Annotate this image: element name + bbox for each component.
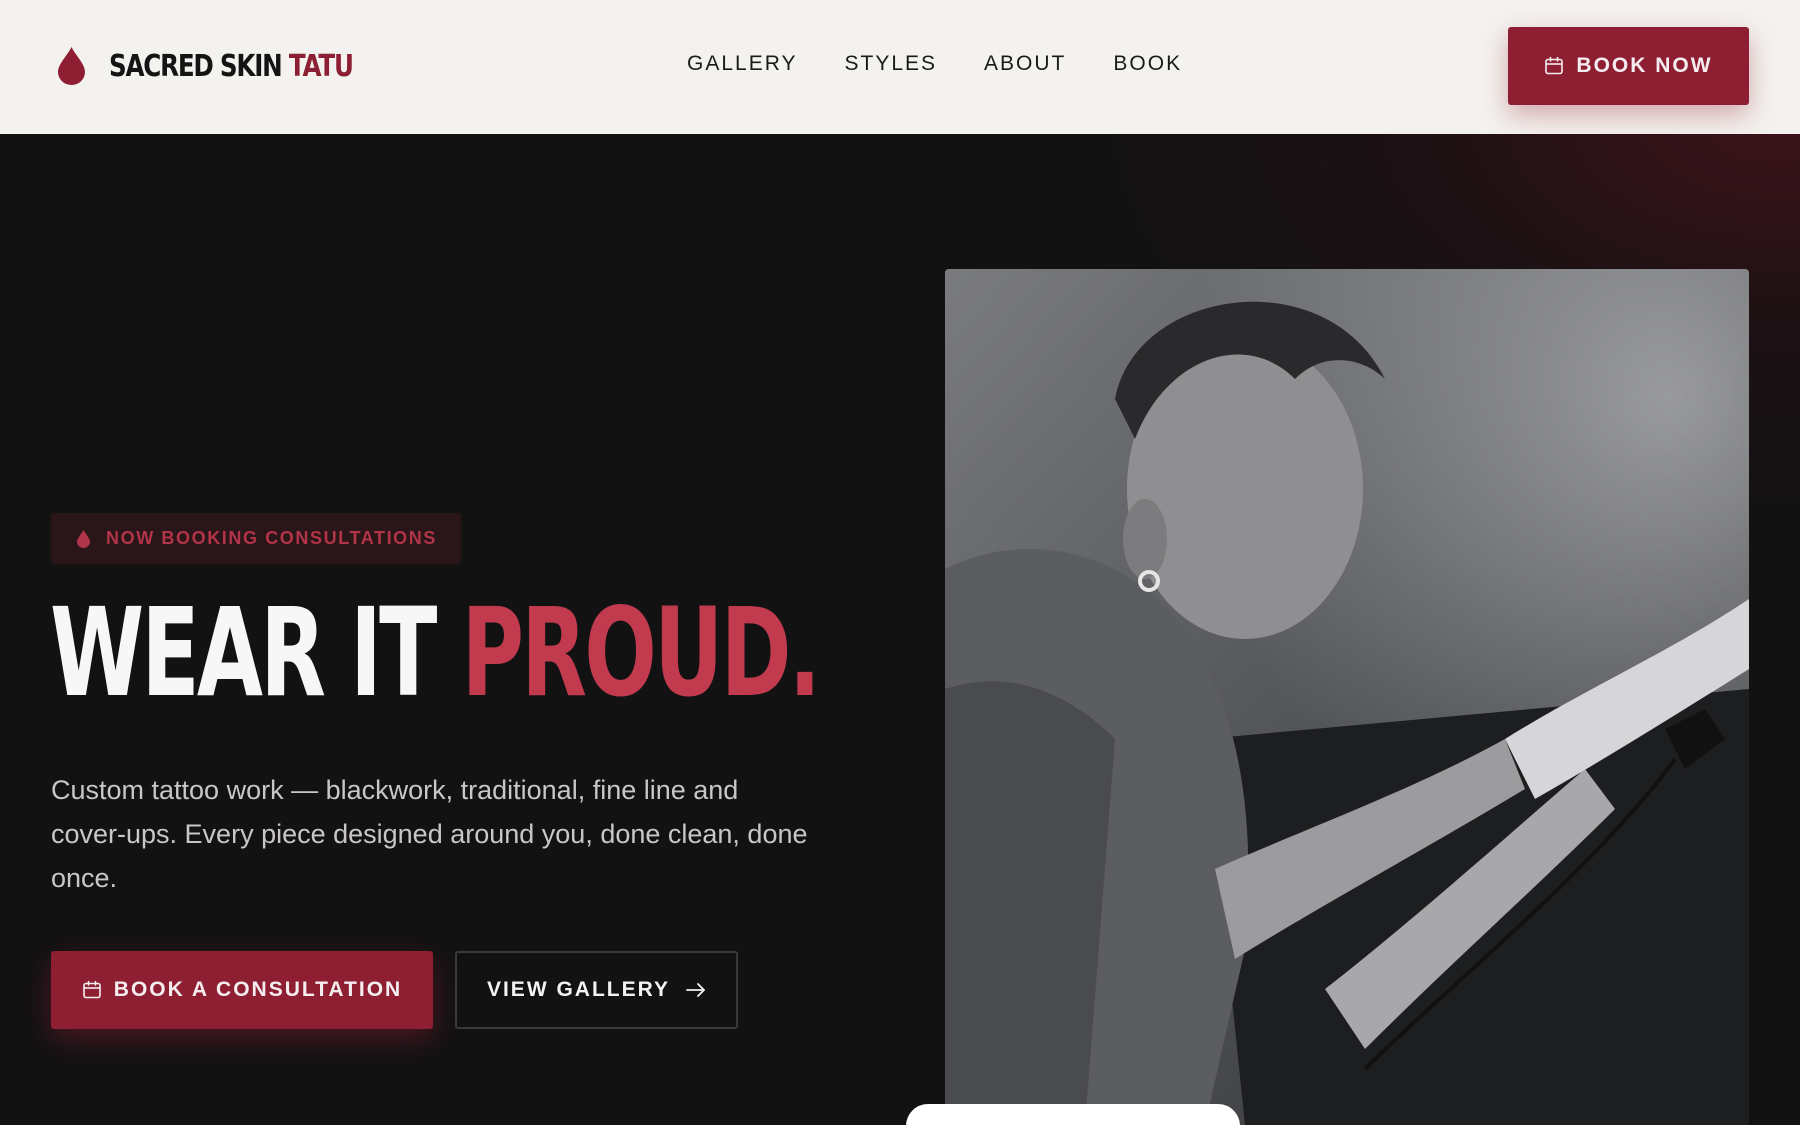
brand-name-accent: TATU bbox=[288, 48, 354, 84]
headline-accent: PROUD. bbox=[461, 582, 821, 724]
calendar-icon bbox=[82, 980, 101, 999]
book-consultation-label: BOOK A CONSULTATION bbox=[113, 978, 403, 1001]
floating-card[interactable] bbox=[906, 1104, 1240, 1125]
nav-styles[interactable]: STYLES bbox=[845, 52, 938, 76]
hero-headline: WEAR IT PROUD. bbox=[50, 592, 821, 714]
hero-photo bbox=[945, 269, 1749, 1125]
view-gallery-button[interactable]: VIEW GALLERY bbox=[455, 951, 738, 1029]
tattoo-artist-photo bbox=[945, 269, 1749, 1125]
view-gallery-label: VIEW GALLERY bbox=[486, 978, 671, 1001]
hero-section: NOW BOOKING CONSULTATIONS WEAR IT PROUD.… bbox=[0, 134, 1800, 1125]
booking-badge: NOW BOOKING CONSULTATIONS bbox=[51, 513, 461, 564]
hero-subcopy: Custom tattoo work — blackwork, traditio… bbox=[51, 775, 808, 893]
book-consultation-button[interactable]: BOOK A CONSULTATION bbox=[51, 951, 433, 1029]
calendar-icon bbox=[1545, 56, 1564, 75]
nav-about[interactable]: ABOUT bbox=[984, 52, 1066, 76]
ink-drop-icon bbox=[58, 47, 85, 85]
ink-drop-icon bbox=[77, 529, 90, 548]
book-now-button[interactable]: BOOK NOW bbox=[1508, 27, 1749, 105]
badge-label: NOW BOOKING CONSULTATIONS bbox=[106, 528, 437, 548]
logo[interactable]: SACRED SKIN TATU bbox=[58, 47, 406, 85]
nav-book[interactable]: BOOK bbox=[1113, 52, 1182, 76]
book-now-label: BOOK NOW bbox=[1576, 54, 1713, 77]
headline-main: WEAR IT bbox=[50, 582, 437, 724]
brand-name: SACRED SKIN TATU bbox=[109, 48, 354, 84]
main-nav: GALLERY STYLES ABOUT BOOK bbox=[687, 52, 1182, 76]
arrow-right-icon bbox=[686, 983, 705, 997]
brand-name-main: SACRED SKIN bbox=[109, 48, 283, 84]
nav-gallery[interactable]: GALLERY bbox=[687, 52, 798, 76]
site-header: SACRED SKIN TATU GALLERY STYLES ABOUT BO… bbox=[0, 0, 1800, 134]
